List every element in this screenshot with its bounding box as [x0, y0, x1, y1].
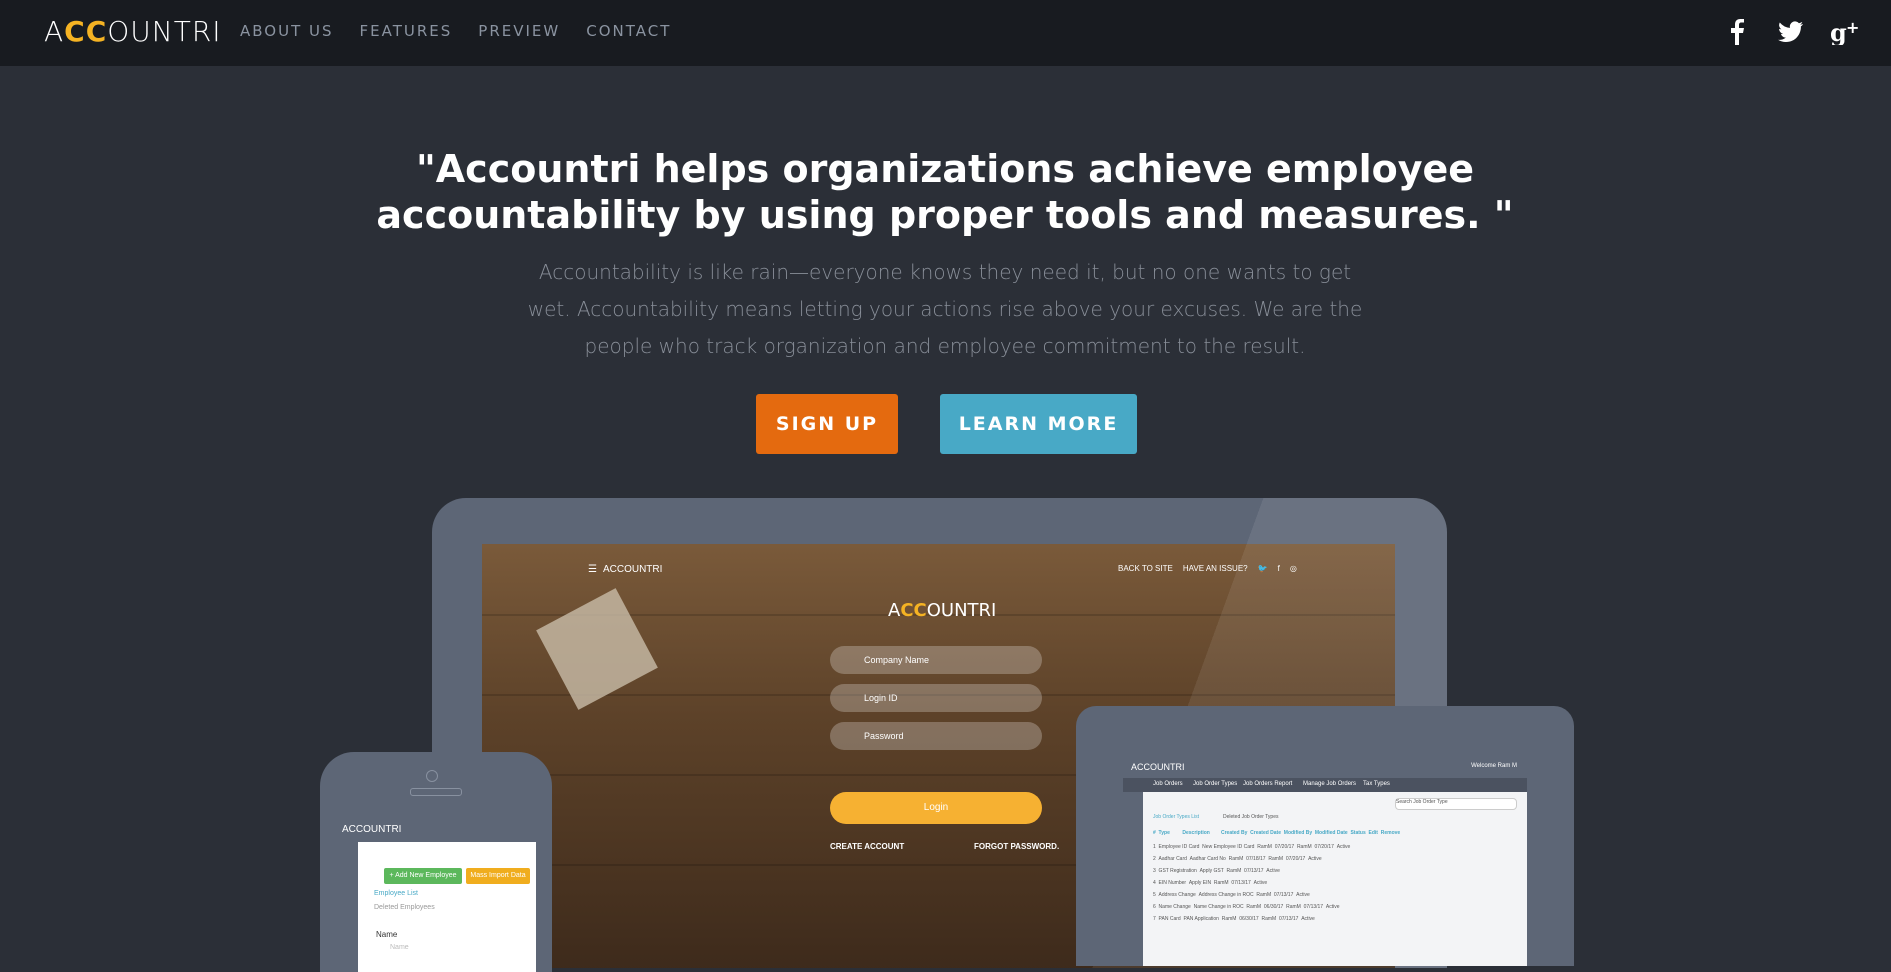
table-row: 2 Aadhar Card Aadhar Card No RamM 07/18/…: [1153, 856, 1322, 862]
employee-list-link[interactable]: Employee List: [374, 890, 418, 897]
twitter-icon[interactable]: [1775, 16, 1807, 48]
add-new-employee-button[interactable]: + Add New Employee: [384, 868, 462, 884]
company-name-field[interactable]: Company Name: [830, 646, 1042, 674]
laptop-brand-logo: ACCOUNTRI: [888, 600, 997, 621]
svg-text:g: g: [1830, 19, 1847, 45]
tablet-welcome: Welcome Ram M: [1471, 763, 1517, 769]
table-row: 7 PAN Card PAN Application RamM 06/30/17…: [1153, 916, 1315, 922]
menu-manage-job-orders[interactable]: Manage Job Orders: [1303, 781, 1356, 787]
hero-subtext: Accountability is like rain—everyone kno…: [527, 260, 1363, 358]
tablet-tab-active[interactable]: Job Order Types List: [1153, 814, 1199, 820]
facebook-icon[interactable]: [1721, 16, 1753, 48]
nav-features[interactable]: FEATURES: [360, 22, 453, 40]
hero-section: "Accountri helps organizations achieve e…: [0, 66, 1891, 972]
tablet-search-input[interactable]: Search Job Order Type: [1395, 798, 1517, 810]
create-account-link[interactable]: CREATE ACCOUNT: [830, 842, 904, 851]
laptop-app-title: ☰ ACCOUNTRI: [588, 564, 663, 575]
nav-about-us[interactable]: ABOUT US: [240, 22, 334, 40]
tablet-header: ACCOUNTRI Welcome Ram M: [1123, 758, 1527, 778]
twitter-icon[interactable]: 🐦: [1258, 564, 1268, 573]
login-button[interactable]: Login: [830, 792, 1042, 824]
menu-tax-types[interactable]: Tax Types: [1363, 781, 1390, 787]
tablet-table-header: # Type Description Created By Created Da…: [1153, 830, 1401, 836]
menu-job-orders-report[interactable]: Job Orders Report: [1243, 781, 1292, 787]
tablet-menu: Job Orders Job Order Types Job Orders Re…: [1123, 778, 1527, 792]
facebook-icon[interactable]: f: [1278, 564, 1280, 573]
table-row: 4 EIN Number Apply EIN RamM 07/13/17 Act…: [1153, 880, 1268, 886]
name-input[interactable]: Name: [390, 944, 409, 951]
google-plus-icon[interactable]: g +: [1829, 16, 1861, 48]
menu-job-orders[interactable]: Job Orders: [1153, 781, 1183, 787]
phone-camera: [426, 770, 438, 782]
hero-headline: "Accountri helps organizations achieve e…: [376, 147, 1514, 237]
phone-mockup: ACCOUNTRI + Add New Employee Mass Import…: [320, 752, 552, 972]
top-navbar: ACCOUNTRI ABOUT US FEATURES PREVIEW CONT…: [0, 0, 1891, 66]
nav-preview[interactable]: PREVIEW: [478, 22, 560, 40]
social-links: g +: [1721, 16, 1861, 48]
mass-import-button[interactable]: Mass Import Data: [466, 868, 530, 884]
learn-more-button[interactable]: LEARN MORE: [940, 394, 1137, 454]
tablet-screen: ACCOUNTRI Welcome Ram M Job Orders Job O…: [1123, 758, 1527, 966]
phone-speaker: [410, 788, 462, 796]
nav-contact[interactable]: CONTACT: [586, 22, 671, 40]
nav-links: ABOUT US FEATURES PREVIEW CONTACT: [240, 22, 671, 40]
instagram-icon[interactable]: ◎: [1290, 564, 1297, 573]
brand-logo[interactable]: ACCOUNTRI: [44, 14, 222, 50]
table-row: 5 Address Change Address Change in ROC R…: [1153, 892, 1310, 898]
tablet-mockup: ACCOUNTRI Welcome Ram M Job Orders Job O…: [1076, 706, 1574, 966]
tablet-sidebar: [1123, 792, 1143, 966]
back-to-site-link[interactable]: BACK TO SITE: [1118, 564, 1173, 573]
name-label: Name: [376, 930, 398, 939]
sign-up-button[interactable]: SIGN UP: [756, 394, 898, 454]
phone-brand: ACCOUNTRI: [342, 824, 402, 835]
password-field[interactable]: Password: [830, 722, 1042, 750]
tablet-brand: ACCOUNTRI: [1131, 762, 1185, 772]
phone-sidebar: [334, 842, 358, 972]
laptop-top-links: BACK TO SITE HAVE AN ISSUE? 🐦 f ◎: [1118, 564, 1297, 573]
login-id-field[interactable]: Login ID: [830, 684, 1042, 712]
deleted-employees-link[interactable]: Deleted Employees: [374, 904, 435, 911]
table-row: 1 Employee ID Card New Employee ID Card …: [1153, 844, 1351, 850]
menu-job-order-types[interactable]: Job Order Types: [1193, 781, 1237, 787]
have-issue-link[interactable]: HAVE AN ISSUE?: [1183, 564, 1248, 573]
tablet-tab-deleted[interactable]: Deleted Job Order Types: [1223, 814, 1279, 820]
phone-screen: ACCOUNTRI + Add New Employee Mass Import…: [334, 818, 536, 972]
table-row: 3 GST Registration Apply GST RamM 07/13/…: [1153, 868, 1280, 874]
phone-header: ACCOUNTRI: [334, 818, 536, 842]
forgot-password-link[interactable]: FORGOT PASSWORD.: [974, 842, 1059, 851]
svg-text:+: +: [1846, 19, 1859, 37]
decor-box: [536, 588, 658, 710]
table-row: 6 Name Change Name Change in ROC RamM 06…: [1153, 904, 1340, 910]
hamburger-icon: ☰: [588, 564, 597, 575]
